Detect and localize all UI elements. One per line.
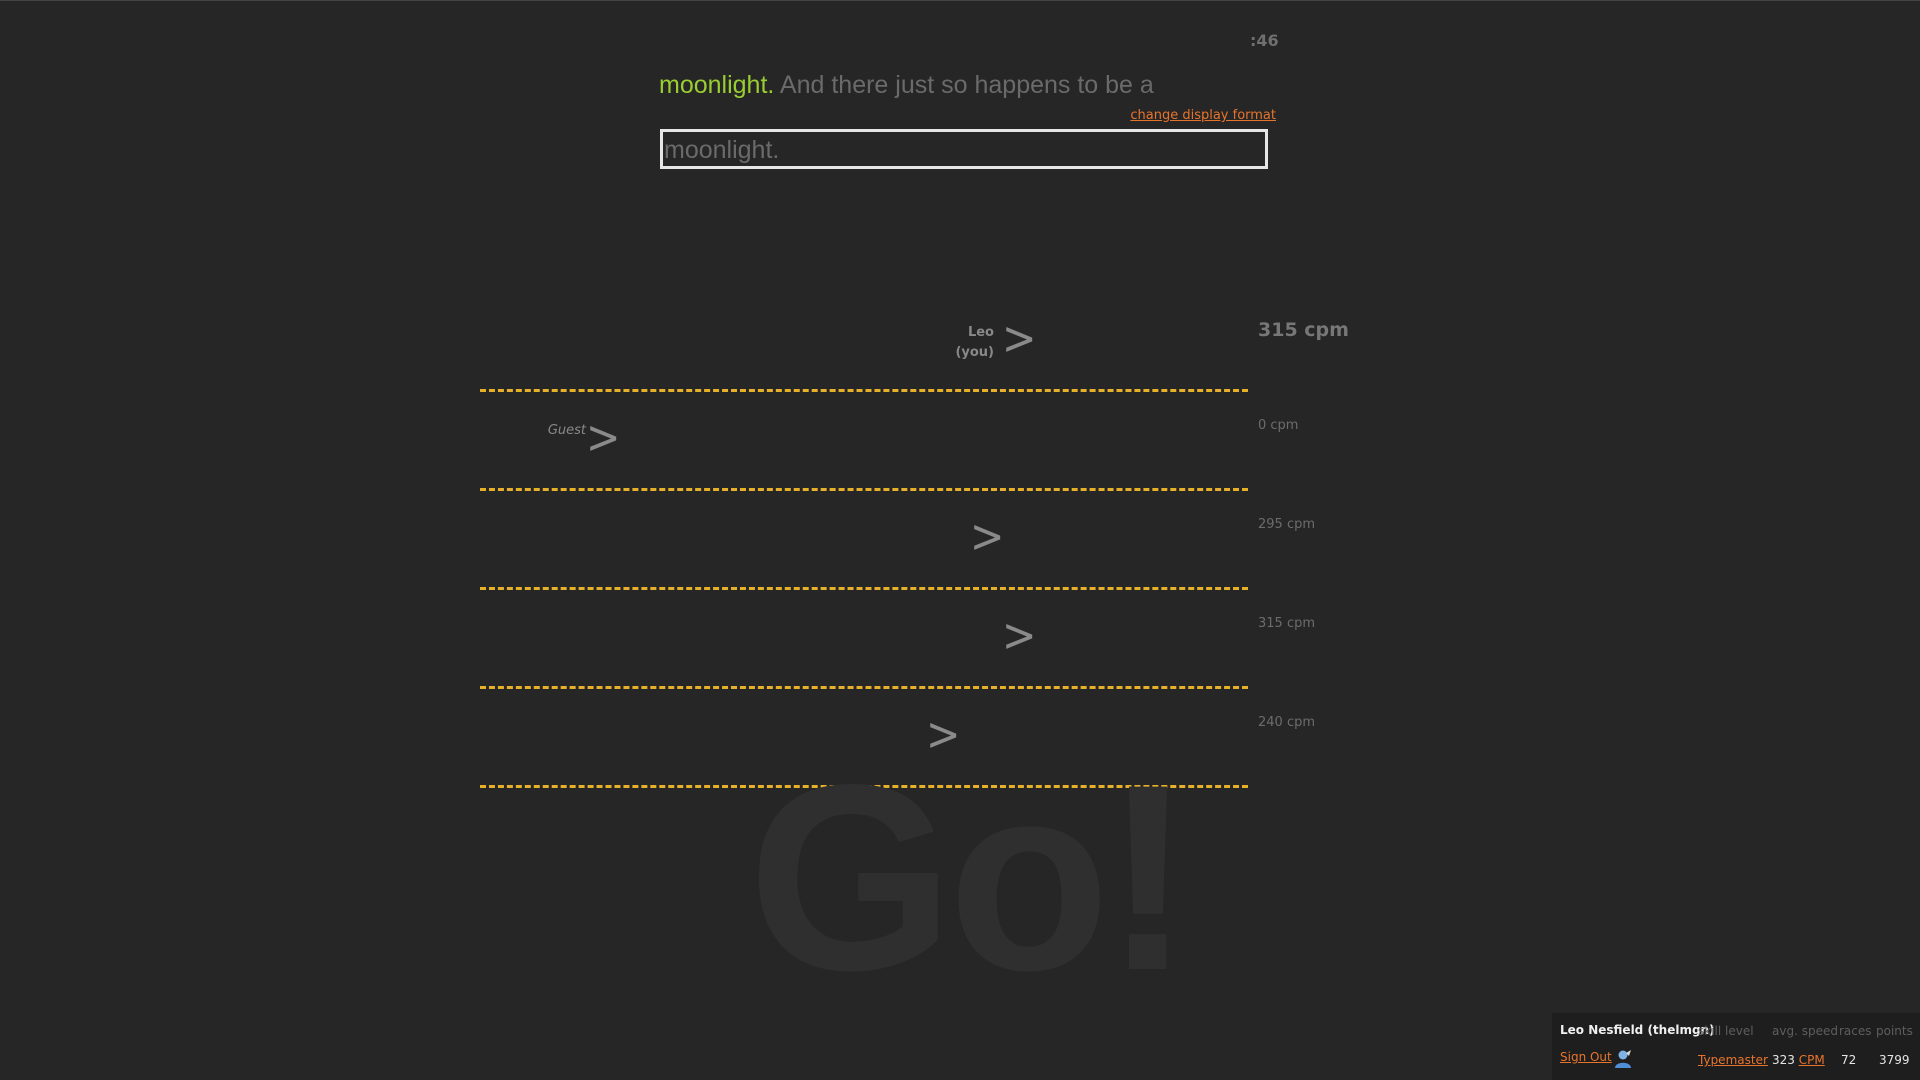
account-name: Leo Nesfield (thelmgn) — [1560, 1023, 1715, 1037]
racer-name-line1: Leo — [967, 325, 994, 340]
remaining-text: And there just so happens to be a — [774, 71, 1154, 99]
racer-speed: 0 cpm — [1258, 418, 1299, 433]
race-lane: Guest > — [480, 392, 1248, 491]
sign-out-link[interactable]: Sign Out — [1560, 1050, 1612, 1064]
racer-name: Guest — [530, 421, 586, 441]
typing-input[interactable] — [660, 129, 1268, 169]
typed-text: moonlight. — [659, 71, 775, 99]
change-display-format-link[interactable]: change display format — [1130, 108, 1276, 123]
go-banner: Go! — [748, 730, 1192, 1026]
racer-name-line1: Guest — [547, 423, 586, 438]
races-header: races — [1839, 1024, 1872, 1038]
user-avatar-icon[interactable] — [1614, 1049, 1632, 1069]
points-header: points — [1876, 1024, 1913, 1038]
points-value: 3799 — [1879, 1053, 1910, 1067]
cpm-link[interactable]: CPM — [1799, 1053, 1825, 1067]
racer-arrow-icon: > — [1001, 608, 1037, 662]
racer-speed: 315 cpm — [1258, 319, 1349, 341]
racer-arrow-icon: > — [585, 410, 621, 464]
race-lane: > — [480, 590, 1248, 689]
racer-arrow-icon: > — [969, 509, 1005, 563]
race-timer: :46 — [1250, 31, 1279, 50]
race-lane: > — [480, 491, 1248, 590]
avg-speed-value: 323 CPM — [1772, 1053, 1825, 1067]
racer-name-line2: (you) — [955, 345, 994, 360]
racer-speed: 240 cpm — [1258, 715, 1316, 730]
passage-text: moonlight. And there just so happens to … — [659, 71, 1154, 100]
racer-name: Leo (you) — [934, 323, 994, 363]
skill-level-link[interactable]: Typemaster — [1698, 1053, 1768, 1067]
races-value: 72 — [1841, 1053, 1857, 1067]
racer-arrow-icon: > — [1001, 311, 1037, 365]
avg-speed-number: 323 — [1772, 1053, 1795, 1067]
avg-speed-header: avg. speed — [1772, 1024, 1838, 1038]
race-page: :46 moonlight. And there just so happens… — [0, 0, 1920, 1080]
account-panel: Leo Nesfield (thelmgn) skill level avg. … — [1552, 1013, 1920, 1080]
skill-level-header: skill level — [1698, 1024, 1754, 1038]
racer-speed: 295 cpm — [1258, 517, 1316, 532]
race-lane: Leo (you) > — [480, 293, 1248, 392]
racer-speed: 315 cpm — [1258, 616, 1316, 631]
